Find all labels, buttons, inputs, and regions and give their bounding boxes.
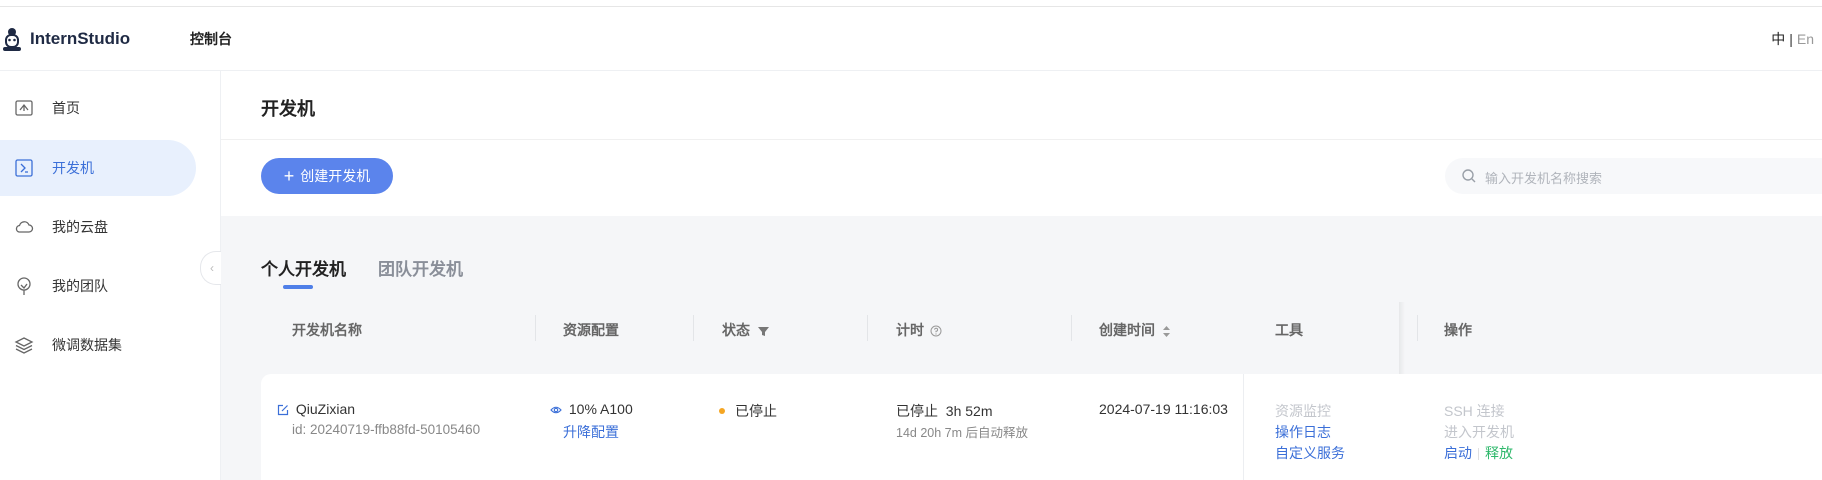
toolbar: + 创建开发机 输入开发机名称搜索 <box>221 140 1822 216</box>
tab-bar: 个人开发机 团队开发机 <box>261 255 463 289</box>
custom-service-link[interactable]: 自定义服务 <box>1275 443 1345 463</box>
column-header-created: 创建时间 <box>1099 320 1171 340</box>
sidebar-item-label: 首页 <box>52 100 80 116</box>
sidebar-item-label: 开发机 <box>52 160 94 176</box>
resource-cell: 10% A100 <box>550 401 633 417</box>
logo-mascot-icon <box>3 28 21 51</box>
sidebar-item-label: 我的团队 <box>52 278 108 294</box>
sidebar-item-datasets[interactable]: 微调数据集 <box>0 317 196 373</box>
sidebar-item-label: 微调数据集 <box>52 337 122 353</box>
fixed-column-border <box>1243 374 1244 480</box>
brand-logo[interactable]: InternStudio <box>0 25 130 53</box>
column-header-timer: 计时 <box>896 320 942 340</box>
sidebar-item-home[interactable]: 首页 <box>0 80 196 136</box>
sidebar-item-team[interactable]: 我的团队 <box>0 258 196 314</box>
column-header-created-label: 创建时间 <box>1099 322 1155 338</box>
column-header-resource: 资源配置 <box>563 322 619 338</box>
column-divider <box>867 315 868 341</box>
lang-separator: | <box>1789 31 1793 47</box>
release-button[interactable]: 释放 <box>1485 445 1513 461</box>
column-header-actions: 操作 <box>1444 322 1472 338</box>
sort-icon[interactable] <box>1162 325 1171 338</box>
column-divider <box>535 315 536 341</box>
search-input[interactable]: 输入开发机名称搜索 <box>1445 158 1822 194</box>
help-icon[interactable] <box>930 325 942 337</box>
column-divider <box>693 315 694 341</box>
timer-main: 已停止 3h 52m <box>896 403 993 419</box>
resource-monitor-link[interactable]: 资源监控 <box>1275 401 1331 421</box>
status-badge: 已停止 <box>735 403 777 419</box>
title-bar: 开发机 <box>221 71 1822 140</box>
operation-log-link[interactable]: 操作日志 <box>1275 422 1331 442</box>
status-cell: 已停止 <box>719 401 777 421</box>
column-header-status: 状态 <box>722 320 769 340</box>
search-placeholder: 输入开发机名称搜索 <box>1485 171 1603 186</box>
table-row: QiuZixian id: 20240719-ffb88fd-50105460 … <box>261 374 1822 480</box>
action-divider <box>1478 448 1479 461</box>
start-button[interactable]: 启动 <box>1444 445 1472 461</box>
main-content: 开发机 + 创建开发机 输入开发机名称搜索 个人开发机 团队开发机 开发机名称 … <box>221 71 1822 480</box>
terminal-icon <box>15 159 33 177</box>
sidebar: 首页 开发机 我的云盘 我的团队 微调数据集 ‹ <box>0 71 223 480</box>
tab-personal[interactable]: 个人开发机 <box>261 255 346 289</box>
resize-link[interactable]: 升降配置 <box>563 422 619 442</box>
column-header-status-label: 状态 <box>722 322 750 338</box>
column-header-name: 开发机名称 <box>292 322 362 338</box>
status-dot <box>719 408 725 415</box>
devmachine-name-cell: QiuZixian <box>277 401 355 417</box>
lang-zh[interactable]: 中 <box>1771 31 1785 47</box>
page-title: 开发机 <box>261 99 315 119</box>
timer-auto-release: 14d 20h 7m 后自动释放 <box>896 426 1028 440</box>
create-devmachine-button[interactable]: + 创建开发机 <box>261 158 393 194</box>
brand-name: InternStudio <box>30 29 131 48</box>
devmachine-name: QiuZixian <box>295 401 356 417</box>
column-header-timer-label: 计时 <box>896 322 924 338</box>
cloud-icon <box>15 221 34 233</box>
edit-icon[interactable] <box>277 404 289 416</box>
column-divider <box>1071 315 1072 341</box>
eye-icon[interactable] <box>550 404 562 416</box>
power-actions: 启动 释放 <box>1444 443 1513 463</box>
chevron-left-icon: ‹ <box>210 261 214 275</box>
language-switch[interactable]: 中 | En <box>1771 29 1814 49</box>
table-header: 开发机名称 资源配置 状态 计时 创建时间 工具 操作 <box>261 302 1822 356</box>
created-time: 2024-07-19 11:16:03 <box>1099 401 1228 417</box>
sidebar-item-devmachine[interactable]: 开发机 <box>0 140 196 196</box>
plus-icon: + <box>283 166 295 186</box>
team-icon <box>17 277 31 295</box>
create-button-label: 创建开发机 <box>300 168 371 184</box>
filter-icon[interactable] <box>757 326 769 337</box>
top-header: InternStudio 控制台 中 | En <box>0 7 1822 71</box>
ssh-connect-link[interactable]: SSH 连接 <box>1444 401 1505 421</box>
sidebar-collapse-button[interactable]: ‹ <box>200 251 223 285</box>
column-header-tools: 工具 <box>1275 322 1303 338</box>
sidebar-item-label: 我的云盘 <box>52 219 108 235</box>
column-divider <box>1417 315 1418 341</box>
window-top-bar <box>0 0 1822 7</box>
devmachine-id: id: 20240719-ffb88fd-50105460 <box>292 422 481 437</box>
resource-value: 10% A100 <box>568 401 633 417</box>
layers-icon <box>14 337 34 354</box>
home-icon <box>15 100 33 116</box>
tab-team[interactable]: 团队开发机 <box>378 255 463 280</box>
sidebar-item-cloud[interactable]: 我的云盘 <box>0 199 196 255</box>
lang-en[interactable]: En <box>1797 31 1814 47</box>
search-icon <box>1462 169 1476 183</box>
enter-devmachine-link[interactable]: 进入开发机 <box>1444 422 1514 442</box>
console-title[interactable]: 控制台 <box>190 29 232 49</box>
